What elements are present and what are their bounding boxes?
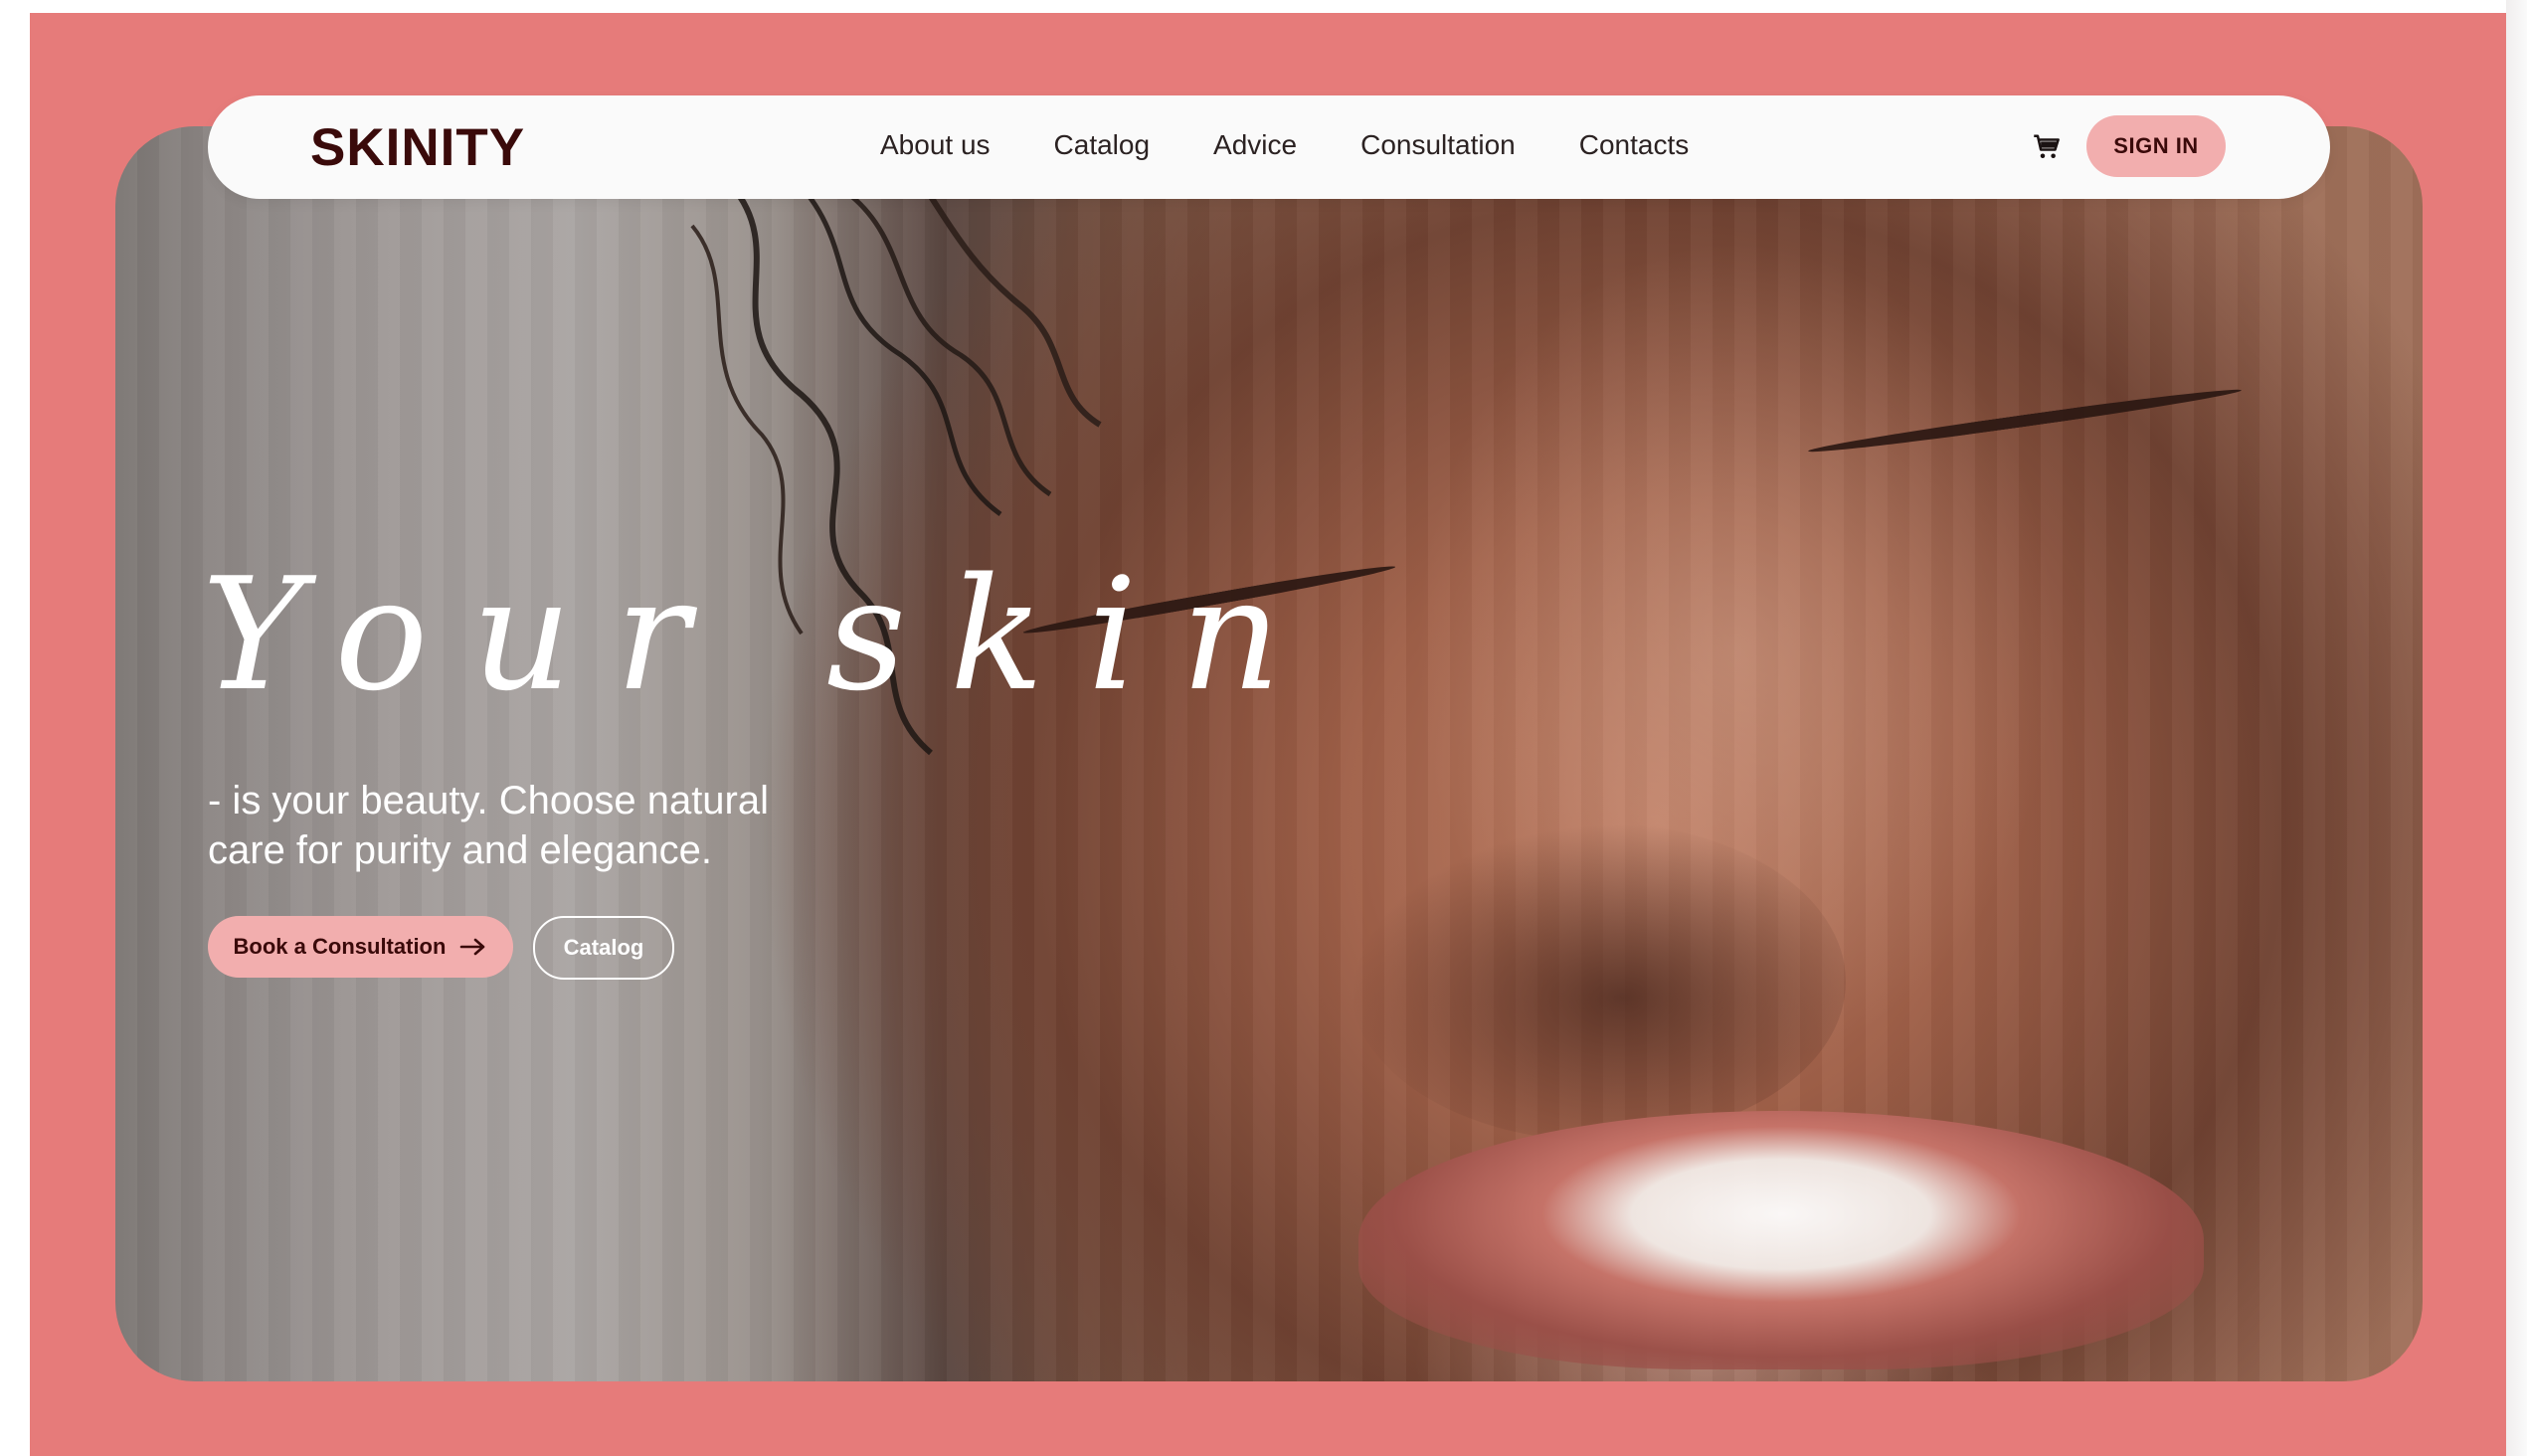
hero-title: Your skin — [202, 544, 1325, 725]
window-edge — [2506, 0, 2527, 1456]
book-consultation-button[interactable]: Book a Consultation — [208, 916, 513, 978]
hero-subtitle-line1: - is your beauty. Choose natural — [208, 779, 770, 822]
top-navbar: SKINITY About us Catalog Advice Consulta… — [208, 95, 2330, 199]
nav-links: About us Catalog Advice Consultation Con… — [880, 129, 1752, 161]
book-consultation-label: Book a Consultation — [233, 934, 447, 959]
mouth — [1358, 1111, 2204, 1369]
nav-contacts[interactable]: Contacts — [1579, 129, 1690, 161]
hero-subtitle-line2: care for purity and elegance. — [208, 828, 712, 872]
brand-logo[interactable]: SKINITY — [310, 117, 525, 178]
cart-icon[interactable] — [2033, 132, 2063, 162]
catalog-button[interactable]: Catalog — [533, 916, 674, 980]
sign-in-button[interactable]: SIGN IN — [2086, 115, 2226, 177]
nav-catalog[interactable]: Catalog — [1054, 129, 1151, 161]
nav-advice[interactable]: Advice — [1213, 129, 1297, 161]
hero-image — [115, 126, 2423, 1381]
hero-subtitle: - is your beauty. Choose natural care fo… — [208, 776, 844, 875]
arrow-right-icon — [460, 938, 485, 956]
nav-consultation[interactable]: Consultation — [1360, 129, 1516, 161]
nav-about-us[interactable]: About us — [880, 129, 991, 161]
